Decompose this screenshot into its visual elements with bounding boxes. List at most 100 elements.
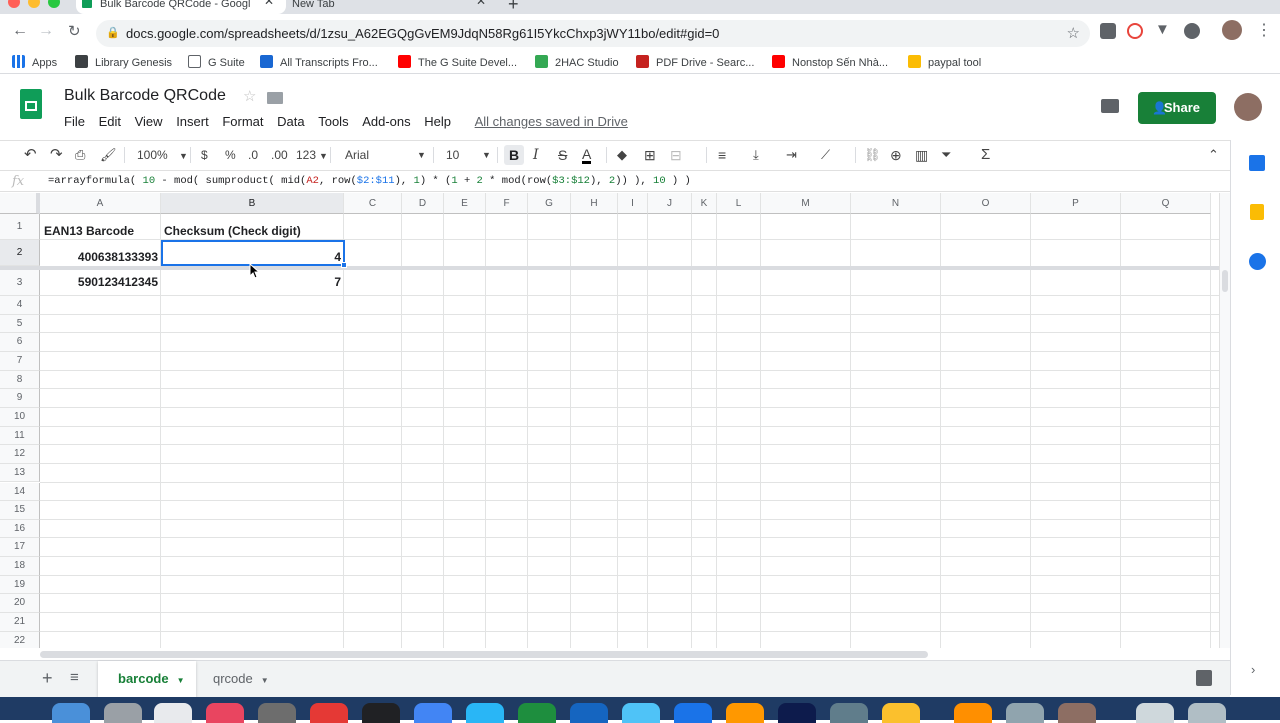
redo-icon[interactable]: ↷ <box>50 147 63 163</box>
row-header-15[interactable]: 15 <box>0 501 40 520</box>
increase-decimal-button[interactable]: .00 <box>271 147 288 163</box>
sheets-logo-icon[interactable] <box>20 89 42 119</box>
bookmark-star-icon[interactable]: ☆ <box>1067 20 1080 47</box>
music-icon[interactable] <box>206 703 244 723</box>
minimize-window-button[interactable] <box>28 0 40 8</box>
browser-menu-icon[interactable]: ⋮ <box>1256 20 1272 40</box>
bookmark-library-genesis[interactable]: Library Genesis <box>75 55 172 70</box>
column-header-h[interactable]: H <box>571 193 618 214</box>
tasks-icon[interactable] <box>1249 253 1266 270</box>
menu-insert[interactable]: Insert <box>176 114 209 129</box>
row-header-14[interactable]: 14 <box>0 482 40 502</box>
row-header-12[interactable]: 12 <box>0 445 40 464</box>
comments-icon[interactable] <box>1101 99 1119 113</box>
borders-icon[interactable]: ⊞ <box>644 147 656 163</box>
sheet-tab-barcode[interactable]: barcode ▼ <box>98 661 196 697</box>
bookmark-pdf-drive[interactable]: PDF Drive - Searc... <box>636 55 754 70</box>
column-header-o[interactable]: O <box>941 193 1031 214</box>
menu-view[interactable]: View <box>135 114 163 129</box>
address-bar[interactable]: 🔒 docs.google.com/spreadsheets/d/1zsu_A6… <box>96 20 1090 47</box>
extension-icon[interactable] <box>1127 23 1143 39</box>
text-wrapping-icon[interactable]: ⇥ <box>786 147 797 163</box>
browser-tab-active[interactable]: Bulk Barcode QRCode - Googl ✕ <box>76 0 286 14</box>
collapse-menu-icon[interactable]: ⌃ <box>1208 147 1219 163</box>
app-icon[interactable] <box>1006 703 1044 723</box>
safari-icon[interactable] <box>622 703 660 723</box>
browser-tab-new-tab[interactable]: New Tab ✕ <box>292 0 492 14</box>
row-header-19[interactable]: 19 <box>0 575 40 595</box>
save-status[interactable]: All changes saved in Drive <box>475 114 628 129</box>
row-header-9[interactable]: 9 <box>0 389 40 408</box>
trash-icon[interactable] <box>1188 703 1226 723</box>
currency-format-button[interactable]: $ <box>201 147 208 163</box>
column-header-k[interactable]: K <box>692 193 717 214</box>
cell-a1[interactable]: EAN13 Barcode <box>44 224 134 238</box>
all-sheets-icon[interactable]: ≡ <box>70 669 79 686</box>
app-icon[interactable] <box>726 703 764 723</box>
bookmark-apps[interactable]: Apps <box>12 55 57 70</box>
zoom-select[interactable]: 100% ▼ <box>137 147 188 164</box>
menu-tools[interactable]: Tools <box>318 114 348 129</box>
functions-icon[interactable]: Σ <box>981 147 990 163</box>
column-header-d[interactable]: D <box>402 193 444 214</box>
cell-b1[interactable]: Checksum (Check digit) <box>164 224 301 238</box>
bookmark-g-suite-devel[interactable]: The G Suite Devel... <box>398 55 517 70</box>
app-icon[interactable] <box>414 703 452 723</box>
column-header-b[interactable]: B <box>161 193 344 214</box>
vertical-scrollbar[interactable] <box>1219 193 1230 648</box>
row-header-8[interactable]: 8 <box>0 370 40 390</box>
row-header-6[interactable]: 6 <box>0 333 40 352</box>
terminal-icon[interactable] <box>362 703 400 723</box>
row-header-13[interactable]: 13 <box>0 463 40 483</box>
explore-icon[interactable] <box>1196 670 1212 686</box>
profile-avatar[interactable] <box>1222 20 1242 40</box>
insert-link-icon[interactable]: ⛓ <box>864 147 881 163</box>
column-header-e[interactable]: E <box>444 193 486 214</box>
column-header-m[interactable]: M <box>761 193 851 214</box>
column-header-l[interactable]: L <box>717 193 761 214</box>
vertical-align-icon[interactable]: ⤓ <box>753 147 759 163</box>
undo-icon[interactable]: ↶ <box>24 147 37 163</box>
freeze-rows-handle[interactable] <box>0 266 1220 270</box>
formula-bar[interactable]: fx =arrayformula( 10 - mod( sumproduct( … <box>0 170 1230 192</box>
calendar-app-icon[interactable] <box>154 703 192 723</box>
column-header-g[interactable]: G <box>528 193 571 214</box>
extension-icon[interactable] <box>1184 23 1200 39</box>
sheet-tab-qrcode[interactable]: qrcode ▼ <box>200 661 290 697</box>
extension-icon[interactable] <box>1100 23 1116 39</box>
maximize-window-button[interactable] <box>48 0 60 8</box>
star-icon[interactable]: ☆ <box>243 87 256 105</box>
bookmark-2hac-studio[interactable]: 2HAC Studio <box>535 55 619 70</box>
scrollbar-thumb[interactable] <box>1222 270 1228 292</box>
cell-a3[interactable]: 590123412345 <box>44 275 158 289</box>
insert-comment-icon[interactable]: ⊕ <box>890 147 902 163</box>
menu-file[interactable]: File <box>64 114 85 129</box>
row-header-11[interactable]: 11 <box>0 426 40 446</box>
row-header-22[interactable]: 22 <box>0 631 40 648</box>
launchpad-icon[interactable] <box>104 703 142 723</box>
menu-add-ons[interactable]: Add-ons <box>362 114 410 129</box>
share-button[interactable]: 👤 Share <box>1138 92 1216 124</box>
chrome-icon[interactable] <box>310 703 348 723</box>
column-header-n[interactable]: N <box>851 193 941 214</box>
italic-button[interactable]: I <box>533 147 539 163</box>
fill-color-icon[interactable]: ◆ <box>617 147 627 163</box>
bold-button[interactable]: B <box>504 145 524 165</box>
row-header-7[interactable]: 7 <box>0 351 40 371</box>
bookmark-nonstop[interactable]: Nonstop Sến Nhà... <box>772 55 888 70</box>
document-title[interactable]: Bulk Barcode QRCode <box>64 87 226 105</box>
cell-a2[interactable]: 400638133393 <box>44 250 158 264</box>
select-all-corner[interactable] <box>0 193 40 214</box>
bookmark-all-transcripts[interactable]: All Transcripts Fro... <box>260 55 378 70</box>
folder-icon[interactable] <box>267 92 283 104</box>
insert-chart-icon[interactable]: ▥ <box>915 147 928 163</box>
row-header-1[interactable]: 1 <box>0 214 40 240</box>
formula-text[interactable]: =arrayformula( 10 - mod( sumproduct( mid… <box>48 171 691 192</box>
row-header-2[interactable]: 2 <box>0 240 40 266</box>
close-tab-icon[interactable]: ✕ <box>476 0 486 7</box>
menu-format[interactable]: Format <box>222 114 263 129</box>
horizontal-scrollbar-thumb[interactable] <box>40 651 928 658</box>
row-header-17[interactable]: 17 <box>0 538 40 558</box>
reload-icon[interactable]: ↻ <box>68 22 81 40</box>
add-sheet-icon[interactable]: + <box>42 668 53 689</box>
